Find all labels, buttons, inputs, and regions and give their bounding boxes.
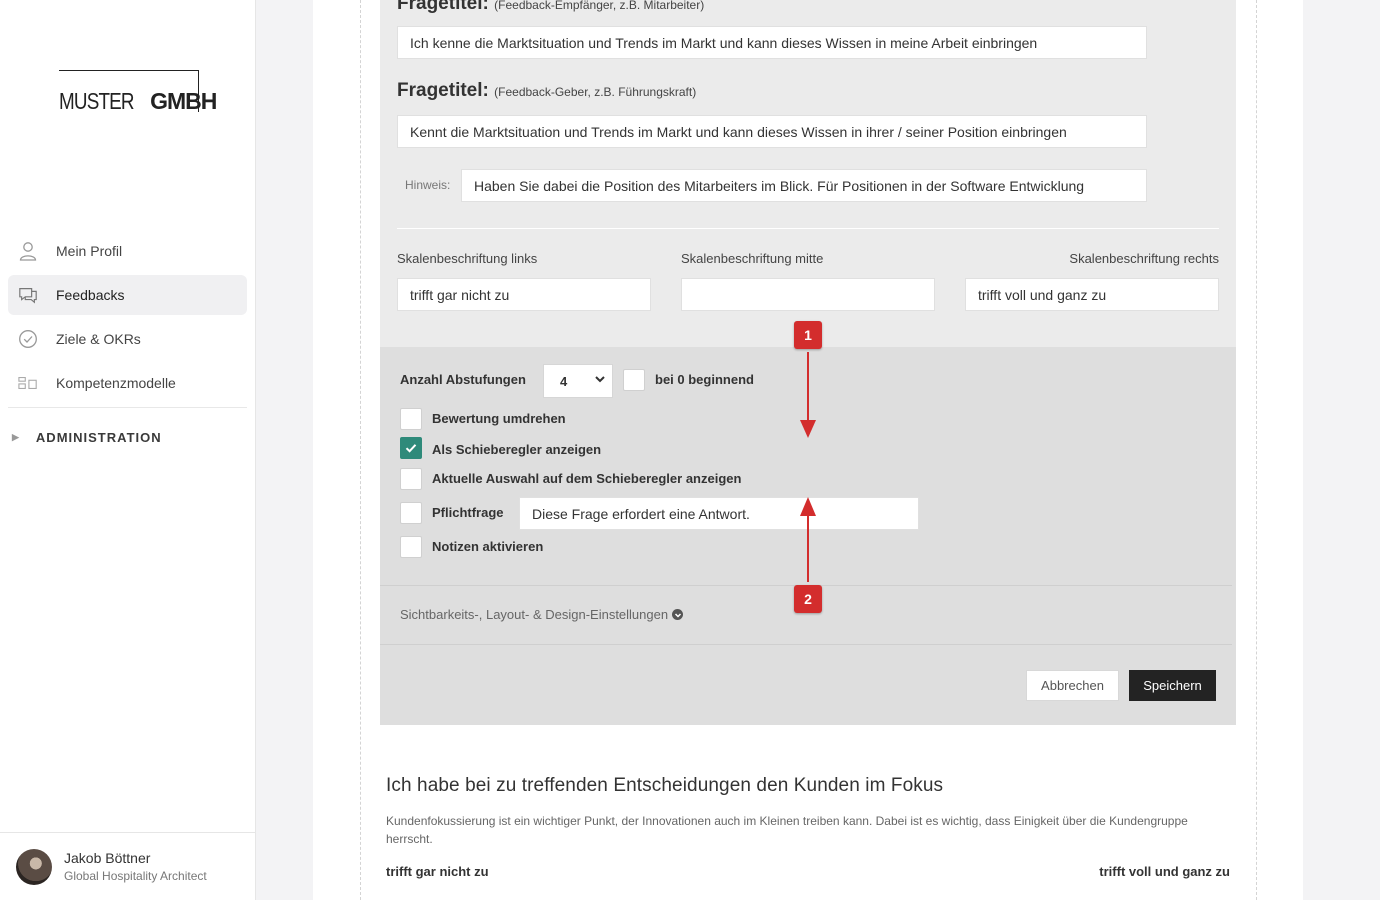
- annotation-badge-1: 1: [794, 321, 822, 349]
- next-question-scale-right: trifft voll und ganz zu: [1099, 864, 1230, 879]
- next-question-title[interactable]: Ich habe bei zu treffenden Entscheidunge…: [386, 775, 943, 797]
- next-question-description: Kundenfokussierung ist ein wichtiger Pun…: [386, 814, 1188, 846]
- arrowhead-down-icon: [800, 420, 816, 438]
- annotation-badge-2: 2: [794, 585, 822, 613]
- next-question-scale-left: trifft gar nicht zu: [386, 864, 489, 879]
- arrowhead-up-icon: [800, 497, 816, 516]
- annotation-arrows: [800, 352, 816, 582]
